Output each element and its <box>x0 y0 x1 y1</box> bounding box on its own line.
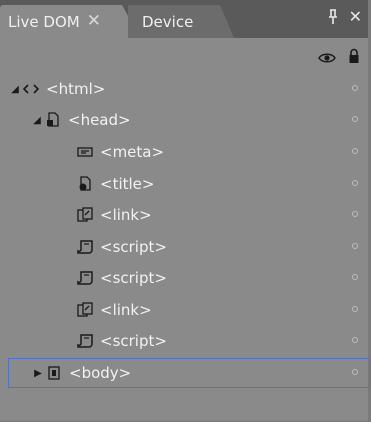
tree-node-link[interactable]: <link> <box>8 200 370 230</box>
tree-node-meta[interactable]: <meta> <box>8 137 370 167</box>
tree-node-script[interactable]: <script> <box>8 326 370 356</box>
tree-node-label: <script> <box>100 238 167 256</box>
link-icon <box>76 207 94 223</box>
tree-node-label: <meta> <box>100 143 165 161</box>
script-icon <box>76 239 94 255</box>
window-buttons: ✕ <box>327 9 362 28</box>
node-status-dot[interactable] <box>352 180 358 186</box>
eye-icon[interactable] <box>318 49 336 68</box>
pin-icon[interactable] <box>327 9 339 28</box>
tree-node-title[interactable]: <title> <box>8 169 370 199</box>
code-brackets-icon <box>22 81 40 97</box>
node-status-dot[interactable] <box>352 369 358 375</box>
tab-strip: Live DOM ✕ Device ✕ <box>0 0 368 38</box>
live-dom-panel: Live DOM ✕ Device ✕ ◢ <html> ◢ <head> <m… <box>0 0 371 422</box>
tree-node-label: <script> <box>100 332 167 350</box>
lock-icon[interactable] <box>348 48 360 68</box>
close-panel-icon[interactable]: ✕ <box>349 9 362 28</box>
tree-node-link[interactable]: <link> <box>8 295 370 325</box>
script-icon <box>76 333 94 349</box>
collapse-triangle-icon[interactable]: ▶ <box>31 368 45 379</box>
title-icon <box>76 176 94 192</box>
tree-node-head[interactable]: ◢ <head> <box>8 105 370 135</box>
tree-node-label: <title> <box>100 175 155 193</box>
tree-node-label: <script> <box>100 269 167 287</box>
node-status-dot[interactable] <box>352 148 358 154</box>
tree-node-body[interactable]: ▶ <body> <box>8 358 370 388</box>
node-status-dot[interactable] <box>352 337 358 343</box>
body-icon <box>45 365 63 381</box>
head-document-icon <box>44 112 62 128</box>
meta-icon <box>76 144 94 160</box>
tree-node-label: <html> <box>46 80 106 98</box>
node-status-dot[interactable] <box>352 243 358 249</box>
tree-node-label: <head> <box>68 111 131 129</box>
node-status-dot[interactable] <box>352 306 358 312</box>
node-status-dot[interactable] <box>352 116 358 122</box>
toolbar <box>318 48 360 68</box>
tree-node-html[interactable]: ◢ <html> <box>8 74 370 104</box>
tree-node-label: <link> <box>100 206 152 224</box>
tree-node-label: <link> <box>100 301 152 319</box>
link-icon <box>76 302 94 318</box>
tab-device[interactable]: Device <box>128 5 234 38</box>
tree-node-label: <body> <box>69 364 132 382</box>
tab-device-label: Device <box>142 12 194 31</box>
node-status-dot[interactable] <box>352 211 358 217</box>
tab-live-dom[interactable]: Live DOM ✕ <box>0 5 140 38</box>
tree-node-script[interactable]: <script> <box>8 263 370 293</box>
expand-triangle-icon[interactable]: ◢ <box>30 115 44 126</box>
script-icon <box>76 270 94 286</box>
node-status-dot[interactable] <box>352 85 358 91</box>
node-status-dot[interactable] <box>352 274 358 280</box>
close-tab-icon[interactable]: ✕ <box>87 13 101 30</box>
tab-live-dom-label: Live DOM <box>8 12 80 31</box>
tree-node-script[interactable]: <script> <box>8 232 370 262</box>
expand-triangle-icon[interactable]: ◢ <box>8 84 22 95</box>
